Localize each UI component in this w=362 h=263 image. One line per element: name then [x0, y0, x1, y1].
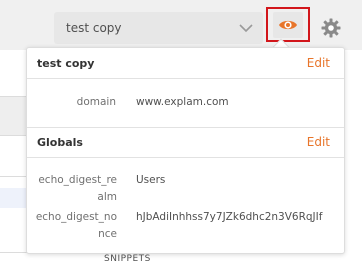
globals-section-title: Globals [37, 135, 83, 149]
variable-key: domain [76, 96, 116, 108]
highlight-box [266, 7, 310, 42]
chevron-down-icon [239, 24, 253, 33]
environment-section-header: test copy Edit [27, 48, 344, 78]
divider [27, 78, 344, 79]
divider [27, 157, 344, 158]
globals-section-header: Globals Edit [27, 127, 344, 157]
quicklook-button[interactable] [273, 11, 303, 38]
edit-globals-link[interactable]: Edit [307, 135, 330, 149]
settings-button[interactable] [314, 12, 348, 44]
snippets-label: SNIPPETS [104, 254, 151, 263]
variable-value: hJbAdiInhhss7y7JZk6dhc2n3V6RqJIf [136, 211, 323, 223]
environment-section-title: test copy [37, 56, 95, 70]
environment-select[interactable]: test copy [54, 12, 263, 44]
variable-value: Users [136, 174, 166, 186]
eye-icon [279, 20, 297, 29]
environment-select-value: test copy [66, 21, 122, 35]
edit-environment-link[interactable]: Edit [307, 56, 330, 70]
variable-key: echo_digest_realm [38, 174, 117, 203]
variable-value: www.explam.com [136, 96, 229, 108]
variable-key: echo_digest_nonce [35, 211, 117, 240]
quicklook-popover: test copy Edit domain www.explam.com Glo… [26, 47, 345, 254]
gear-icon [321, 18, 341, 38]
